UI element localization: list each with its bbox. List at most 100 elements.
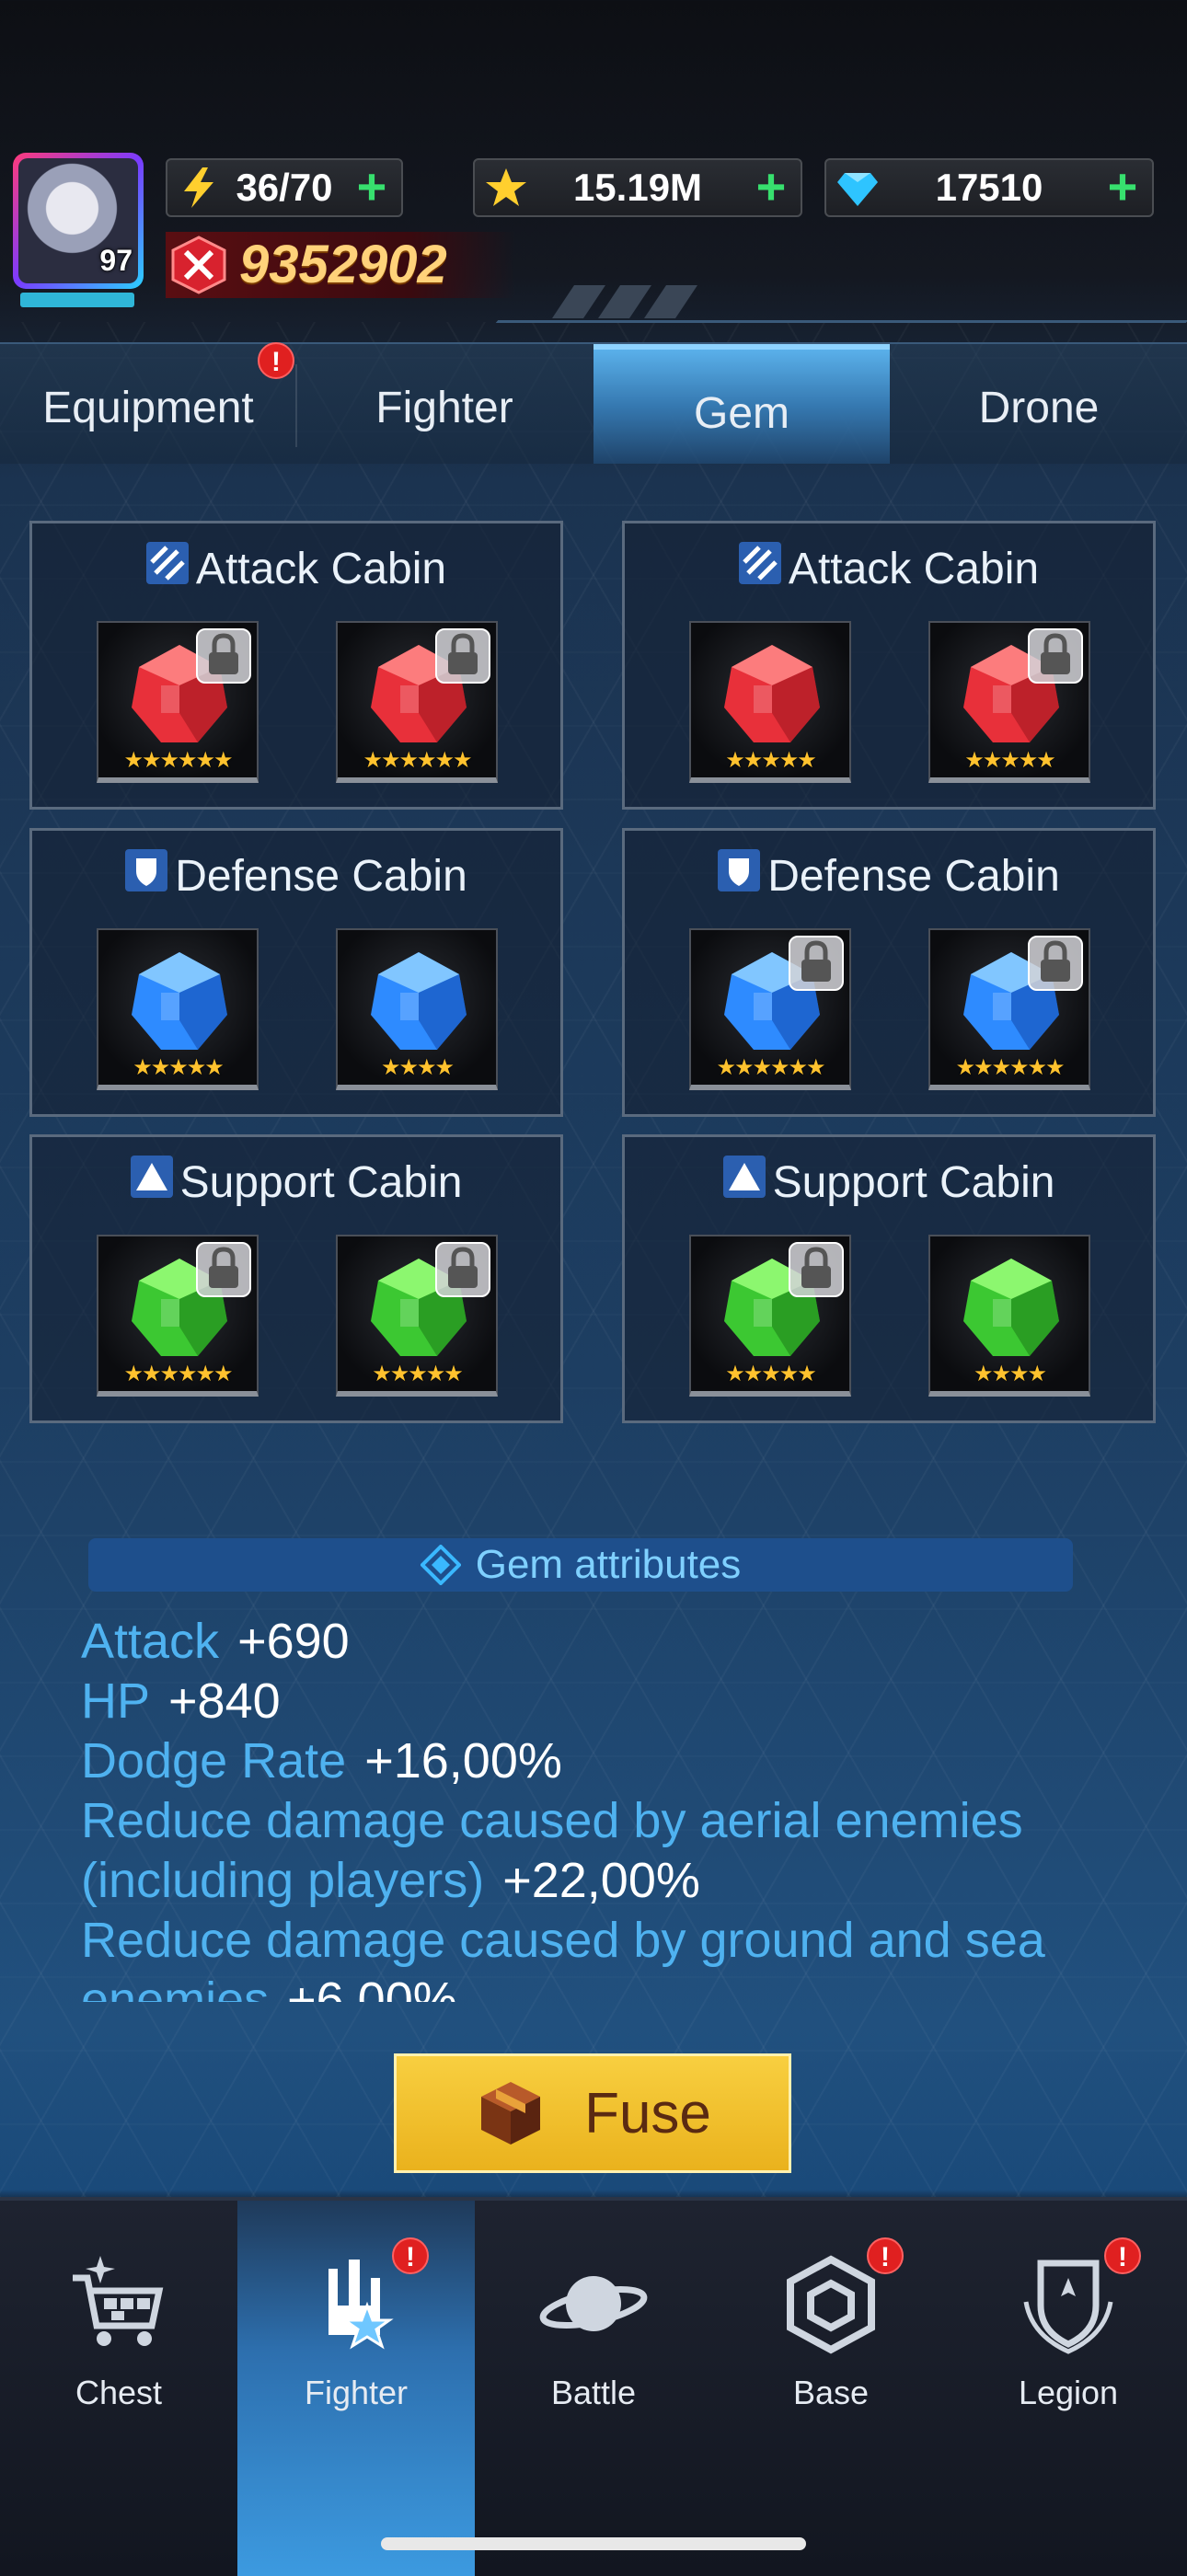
gem-attributes-list[interactable]: Attack +690 HP +840 Dodge Rate +16,00% Redu… (81, 1612, 1112, 2002)
fuse-button[interactable]: Fuse (394, 2053, 791, 2173)
attr-aerial-reduction-cont: (including players) +22,00% (81, 1853, 700, 1908)
cabin-title: Support Cabin (32, 1150, 560, 1214)
gem-star-rating: ★★★★★★ (363, 748, 472, 773)
gem-slot[interactable]: ★★★★★ (97, 928, 259, 1090)
gem-star-rating: ★★★★★★ (123, 748, 233, 773)
diamond-resource: 17510 + (824, 158, 1154, 217)
attr-attack: Attack +690 (81, 1614, 350, 1669)
exp-bar (20, 293, 134, 307)
gem-slot[interactable]: ★★★★★ (689, 621, 851, 783)
equipment-alert-badge: ! (258, 342, 294, 379)
tab-drone[interactable]: Drone (891, 344, 1187, 464)
gem-star-rating: ★★★★★ (725, 1362, 817, 1386)
gem-star-rating: ★★★★ (380, 1055, 455, 1080)
gem-attributes-title: Gem attributes (475, 1542, 742, 1587)
gem-slot[interactable]: ★★★★★★ (97, 621, 259, 783)
support-cabin: Support Cabin ★★★★★ ★★★★ (622, 1134, 1156, 1423)
tab-equipment[interactable]: Equipment ! (0, 342, 296, 464)
tab-fighter[interactable]: Fighter (296, 344, 593, 464)
add-energy-button[interactable]: + (350, 160, 394, 215)
nav-base-label: Base (792, 2374, 870, 2411)
tab-gem[interactable]: Gem (594, 344, 890, 464)
cabin-title: Attack Cabin (32, 536, 560, 601)
combat-power-value: 9352902 (239, 235, 447, 294)
nav-fighter-label: Fighter (304, 2374, 409, 2411)
gem-star-rating: ★★★★★ (133, 1055, 225, 1080)
cabin-title: Defense Cabin (625, 844, 1153, 908)
nav-battle-label: Battle (550, 2374, 637, 2411)
lock-icon (789, 1242, 844, 1297)
nav-fighter[interactable]: ! Fighter (237, 2201, 475, 2576)
avatar-portrait: 97 (18, 158, 138, 283)
gem-slot[interactable]: ★★★★★★ (689, 928, 851, 1090)
gem-star-rating: ★★★★★★ (955, 1055, 1065, 1080)
lock-icon (789, 936, 844, 991)
tab-drone-label: Drone (978, 384, 1100, 432)
diamond-icon (837, 173, 878, 206)
legion-alert-badge: ! (1104, 2237, 1141, 2274)
stars-resource: 15.19M + (473, 158, 802, 217)
support-cabin-icon (130, 1156, 173, 1209)
header-edge (495, 320, 1187, 323)
home-indicator (381, 2537, 806, 2550)
gem-slot[interactable]: ★★★★ (336, 928, 498, 1090)
diamond-value: 17510 (935, 166, 1043, 209)
gem-slot[interactable]: ★★★★★★ (928, 928, 1090, 1090)
defense-gem-icon (132, 952, 227, 1050)
gem-star-rating: ★★★★★ (372, 1362, 464, 1386)
gem-star-rating: ★★★★★ (964, 748, 1056, 773)
attr-ground-sea-reduction: Reduce damage caused by ground and sea (81, 1913, 1045, 1968)
cabin-title: Support Cabin (625, 1150, 1153, 1214)
gem-star-rating: ★★★★★ (725, 748, 817, 773)
bottom-navigation: Chest ! Fighter Battle ! Base ! Legion (0, 2197, 1187, 2576)
gem-slot[interactable]: ★★★★★ (928, 621, 1090, 783)
attack-cabin-icon (738, 542, 781, 595)
player-avatar[interactable]: 97 (13, 153, 144, 289)
lock-icon (1028, 628, 1083, 684)
gem-slot[interactable]: ★★★★ (928, 1235, 1090, 1397)
gem-star-rating: ★★★★ (973, 1362, 1047, 1386)
defense-cabin-icon (718, 849, 761, 903)
combat-power: 9352902 (166, 232, 515, 298)
shopping-cart-icon (73, 2256, 164, 2346)
tab-bar: Equipment ! Fighter Gem Drone (0, 342, 1187, 464)
attr-dodge-rate: Dodge Rate +16,00% (81, 1733, 562, 1788)
cabin-title-label: Support Cabin (179, 1157, 463, 1207)
defense-cabin: Defense Cabin ★★★★★★ ★★★★★★ (622, 828, 1156, 1117)
support-gem-icon (963, 1259, 1059, 1356)
add-diamonds-button[interactable]: + (1101, 160, 1145, 215)
tab-equipment-label: Equipment (42, 384, 254, 432)
lock-icon (196, 628, 251, 684)
nav-chest[interactable]: Chest (0, 2201, 237, 2477)
nav-base[interactable]: ! Base (712, 2201, 950, 2477)
decor-stripes (552, 285, 697, 318)
fuse-label: Fuse (584, 2081, 711, 2145)
gem-slot[interactable]: ★★★★★ (336, 1235, 498, 1397)
nav-battle[interactable]: Battle (475, 2201, 712, 2477)
attack-cabin: Attack Cabin ★★★★★ ★★★★★ (622, 521, 1156, 810)
box-icon (481, 2082, 541, 2145)
gem-slot[interactable]: ★★★★★★ (97, 1235, 259, 1397)
tab-fighter-label: Fighter (375, 384, 513, 432)
gem-slot[interactable]: ★★★★★★ (336, 621, 498, 783)
defense-gem-icon (371, 952, 467, 1050)
nav-legion-label: Legion (1018, 2374, 1119, 2411)
swords-icon (171, 236, 226, 294)
gem-slot[interactable]: ★★★★★ (689, 1235, 851, 1397)
attr-aerial-reduction: Reduce damage caused by aerial enemies (81, 1793, 1023, 1848)
star-icon (486, 168, 526, 206)
support-cabin-icon (722, 1156, 766, 1209)
tab-gem-label: Gem (693, 389, 789, 438)
player-level: 97 (99, 244, 133, 277)
nav-legion[interactable]: ! Legion (950, 2201, 1187, 2477)
energy-resource: 36/70 + (166, 158, 403, 217)
support-cabin: Support Cabin ★★★★★★ ★★★★★ (29, 1134, 563, 1423)
defense-cabin: Defense Cabin ★★★★★ ★★★★ (29, 828, 563, 1117)
diamond-outline-icon (420, 1545, 461, 1585)
base-alert-badge: ! (867, 2237, 904, 2274)
planet-icon (539, 2276, 648, 2331)
lock-icon (435, 1242, 490, 1297)
attr-hp: HP +840 (81, 1673, 281, 1729)
attack-cabin-icon (145, 542, 189, 595)
add-stars-button[interactable]: + (749, 160, 793, 215)
